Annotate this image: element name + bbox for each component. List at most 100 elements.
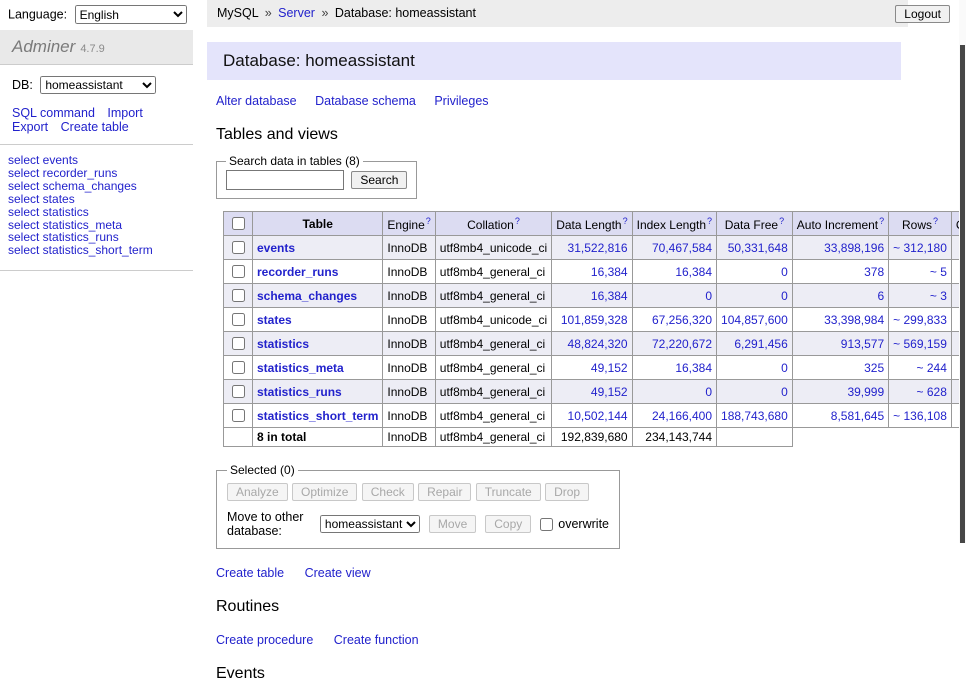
rows-count-link[interactable]: ~ 569,159 — [893, 337, 947, 351]
create-table-link[interactable]: Create table — [61, 120, 129, 134]
help-icon[interactable]: ? — [933, 216, 938, 226]
search-input[interactable] — [226, 170, 344, 190]
sidebar-item-select-statistics-short-term[interactable]: select statistics_short_term — [8, 244, 185, 257]
data-free-link[interactable]: 0 — [781, 361, 788, 375]
vertical-scrollbar[interactable] — [959, 0, 966, 543]
help-icon[interactable]: ? — [515, 216, 520, 226]
help-icon[interactable]: ? — [707, 216, 712, 226]
export-link[interactable]: Export — [12, 120, 48, 134]
language-select[interactable]: English — [75, 5, 187, 24]
data-free-link[interactable]: 0 — [781, 385, 788, 399]
data-length-link[interactable]: 10,502,144 — [568, 409, 628, 423]
sidebar-item-select-recorder-runs[interactable]: select recorder_runs — [8, 167, 185, 180]
database-schema-link[interactable]: Database schema — [315, 94, 416, 108]
table-name-link[interactable]: statistics_short_term — [257, 409, 378, 423]
data-length-link[interactable]: 16,384 — [591, 289, 628, 303]
select-all-checkbox[interactable] — [232, 217, 245, 230]
help-icon[interactable]: ? — [779, 216, 784, 226]
table-name-link[interactable]: statistics — [257, 337, 309, 351]
index-length-link[interactable]: 70,467,584 — [652, 241, 712, 255]
data-length-link[interactable]: 49,152 — [591, 385, 628, 399]
table-name-link[interactable]: schema_changes — [257, 289, 357, 303]
data-length-link[interactable]: 48,824,320 — [568, 337, 628, 351]
row-checkbox[interactable] — [232, 361, 245, 374]
help-icon[interactable]: ? — [426, 216, 431, 226]
auto-increment-link[interactable]: 913,577 — [841, 337, 884, 351]
check-button[interactable]: Check — [362, 483, 414, 501]
overwrite-checkbox[interactable] — [540, 518, 553, 531]
auto-increment-link[interactable]: 6 — [877, 289, 884, 303]
data-free-link[interactable]: 188,743,680 — [721, 409, 788, 423]
table-name-link[interactable]: statistics_meta — [257, 361, 344, 375]
auto-increment-link[interactable]: 33,398,984 — [824, 313, 884, 327]
optimize-button[interactable]: Optimize — [292, 483, 357, 501]
table-name-link[interactable]: states — [257, 313, 292, 327]
index-length-link[interactable]: 16,384 — [675, 265, 712, 279]
breadcrumb-server-link[interactable]: Server — [278, 6, 315, 20]
sidebar-item-select-states[interactable]: select states — [8, 193, 185, 206]
sidebar-item-select-schema-changes[interactable]: select schema_changes — [8, 180, 185, 193]
row-checkbox[interactable] — [232, 241, 245, 254]
import-link[interactable]: Import — [107, 106, 142, 120]
sidebar-item-select-statistics[interactable]: select statistics — [8, 206, 185, 219]
rows-count-link[interactable]: ~ 5 — [930, 265, 947, 279]
scrollbar-thumb[interactable] — [960, 45, 965, 543]
create-function-link[interactable]: Create function — [334, 633, 419, 647]
sql-command-link[interactable]: SQL command — [12, 106, 95, 120]
analyze-button[interactable]: Analyze — [227, 483, 288, 501]
index-length-link[interactable]: 67,256,320 — [652, 313, 712, 327]
data-free-link[interactable]: 0 — [781, 265, 788, 279]
move-button[interactable]: Move — [429, 515, 476, 533]
row-checkbox[interactable] — [232, 385, 245, 398]
table-name-link[interactable]: statistics_runs — [257, 385, 342, 399]
row-checkbox[interactable] — [232, 409, 245, 422]
alter-database-link[interactable]: Alter database — [216, 94, 297, 108]
move-database-select[interactable]: homeassistant — [320, 515, 420, 533]
row-checkbox[interactable] — [232, 289, 245, 302]
rows-count-link[interactable]: ~ 299,833 — [893, 313, 947, 327]
rows-count-link[interactable]: ~ 3 — [930, 289, 947, 303]
data-free-link[interactable]: 50,331,648 — [728, 241, 788, 255]
logout-button[interactable]: Logout — [895, 5, 950, 23]
table-name-link[interactable]: events — [257, 241, 295, 255]
create-view-link[interactable]: Create view — [305, 566, 371, 580]
auto-increment-link[interactable]: 39,999 — [847, 385, 884, 399]
auto-increment-link[interactable]: 325 — [864, 361, 884, 375]
help-icon[interactable]: ? — [879, 216, 884, 226]
row-checkbox[interactable] — [232, 313, 245, 326]
truncate-button[interactable]: Truncate — [476, 483, 541, 501]
repair-button[interactable]: Repair — [418, 483, 471, 501]
table-name-link[interactable]: recorder_runs — [257, 265, 338, 279]
privileges-link[interactable]: Privileges — [434, 94, 488, 108]
db-select[interactable]: homeassistant — [40, 76, 156, 94]
rows-count-link[interactable]: ~ 628 — [917, 385, 947, 399]
row-checkbox[interactable] — [232, 265, 245, 278]
app-version[interactable]: 4.7.9 — [80, 43, 104, 55]
rows-count-link[interactable]: ~ 136,108 — [893, 409, 947, 423]
copy-button[interactable]: Copy — [485, 515, 531, 533]
index-length-link[interactable]: 0 — [705, 289, 712, 303]
rows-count-link[interactable]: ~ 312,180 — [893, 241, 947, 255]
data-free-link[interactable]: 104,857,600 — [721, 313, 788, 327]
data-free-link[interactable]: 0 — [781, 289, 788, 303]
index-length-link[interactable]: 16,384 — [675, 361, 712, 375]
auto-increment-link[interactable]: 378 — [864, 265, 884, 279]
data-length-link[interactable]: 101,859,328 — [561, 313, 628, 327]
rows-count-link[interactable]: ~ 244 — [917, 361, 947, 375]
help-icon[interactable]: ? — [623, 216, 628, 226]
data-length-link[interactable]: 31,522,816 — [568, 241, 628, 255]
auto-increment-link[interactable]: 33,898,196 — [824, 241, 884, 255]
sidebar-item-select-events[interactable]: select events — [8, 154, 185, 167]
auto-increment-link[interactable]: 8,581,645 — [831, 409, 884, 423]
index-length-link[interactable]: 24,166,400 — [652, 409, 712, 423]
index-length-link[interactable]: 0 — [705, 385, 712, 399]
row-checkbox[interactable] — [232, 337, 245, 350]
data-length-link[interactable]: 16,384 — [591, 265, 628, 279]
search-button[interactable]: Search — [351, 171, 407, 189]
data-free-link[interactable]: 6,291,456 — [734, 337, 787, 351]
data-length-link[interactable]: 49,152 — [591, 361, 628, 375]
index-length-link[interactable]: 72,220,672 — [652, 337, 712, 351]
drop-button[interactable]: Drop — [545, 483, 589, 501]
create-procedure-link[interactable]: Create procedure — [216, 633, 313, 647]
create-table-link-main[interactable]: Create table — [216, 566, 284, 580]
